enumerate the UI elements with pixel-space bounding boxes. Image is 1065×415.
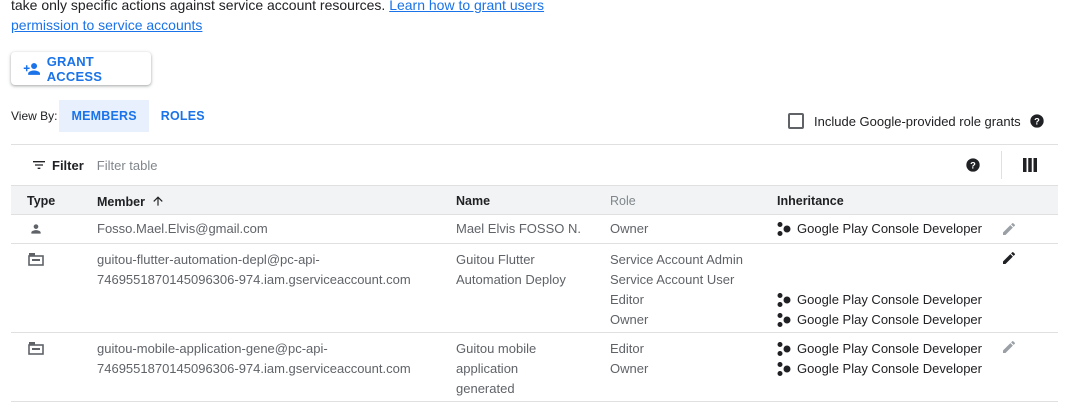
header-inheritance[interactable]: Inheritance (777, 194, 844, 208)
filter-divider (1001, 151, 1002, 179)
service-account-icon (28, 342, 44, 355)
tab-members[interactable]: MEMBERS (59, 100, 149, 132)
edit-icon[interactable] (1001, 221, 1017, 237)
intro-text: take only specific actions against servi… (11, 0, 571, 35)
grant-access-label: GRANT ACCESS (46, 53, 103, 84)
role-item: Editor (610, 292, 644, 307)
role-item: Editor (610, 341, 644, 356)
role-list: Owner (610, 219, 648, 239)
column-display-icon[interactable] (1023, 158, 1037, 172)
inheritance-item[interactable]: Google Play Console Developer (777, 339, 982, 359)
header-role: Role (610, 194, 636, 208)
svg-text:?: ? (1034, 116, 1040, 126)
role-item: Owner (610, 312, 649, 327)
inheritance-label: Google Play Console Developer (797, 292, 982, 307)
table-row: Fosso.Mael.Elvis@gmail.com Mael Elvis FO… (11, 215, 1058, 244)
header-member-label: Member (97, 195, 145, 209)
inheritance-label: Google Play Console Developer (797, 312, 982, 327)
member-email: Fosso.Mael.Elvis@gmail.com (97, 221, 268, 236)
person-add-icon (23, 62, 40, 75)
edit-icon[interactable] (1001, 339, 1017, 355)
grant-access-button[interactable]: GRANT ACCESS (11, 52, 151, 85)
inheritance-item[interactable]: Google Play Console Developer (777, 219, 982, 239)
edit-icon[interactable] (1001, 250, 1017, 266)
table-header: Type Member Name Role Inheritance (11, 185, 1058, 215)
role-item: Service Account User (610, 272, 735, 287)
table-row: guitou-mobile-application-gene@pc-api-74… (11, 333, 1058, 402)
header-name[interactable]: Name (456, 194, 490, 208)
inheritance-item-empty (777, 250, 982, 270)
person-icon (31, 224, 41, 234)
view-by-label: View By: (11, 109, 58, 123)
inheritance-item[interactable]: Google Play Console Developer (777, 290, 982, 310)
inheritance-label: Google Play Console Developer (797, 361, 982, 376)
member-name: Mael Elvis FOSSO N. (456, 221, 581, 236)
member-email: guitou-flutter-automation-depl@pc-api-74… (97, 252, 411, 287)
role-list: Editor Owner (610, 339, 648, 379)
role-list: Service Account Admin Service Account Us… (610, 250, 743, 330)
inheritance-item-empty (777, 270, 982, 290)
header-member[interactable]: Member (97, 194, 165, 209)
inheritance-list: Google Play Console Developer (777, 219, 982, 239)
include-google-checkbox[interactable] (788, 113, 804, 129)
inheritance-list: Google Play Console Developer Google Pla… (777, 250, 982, 330)
service-account-icon (28, 253, 44, 266)
inheritance-item[interactable]: Google Play Console Developer (777, 310, 982, 330)
svg-text:?: ? (970, 160, 976, 170)
resource-hierarchy-icon (777, 313, 791, 327)
resource-hierarchy-icon (777, 293, 791, 307)
table-row: guitou-flutter-automation-depl@pc-api-74… (11, 244, 1058, 333)
resource-hierarchy-icon (777, 222, 791, 236)
sort-ascending-icon (153, 196, 163, 206)
member-name: Guitou Flutter Automation Deploy (456, 252, 566, 287)
filter-input[interactable]: Filter table (97, 158, 158, 173)
header-type[interactable]: Type (27, 194, 55, 208)
tab-roles[interactable]: ROLES (149, 100, 217, 132)
role-item: Owner (610, 221, 649, 236)
resource-hierarchy-icon (777, 342, 791, 356)
resource-hierarchy-icon (777, 362, 791, 376)
inheritance-item[interactable]: Google Play Console Developer (777, 359, 982, 379)
intro-description: take only specific actions against servi… (11, 0, 390, 13)
table-help-icon[interactable]: ? (965, 157, 981, 173)
filter-bar: Filter Filter table ? (11, 144, 1058, 185)
filter-icon[interactable] (31, 157, 47, 173)
include-google-label: Include Google-provided role grants (814, 113, 1021, 129)
member-email: guitou-mobile-application-gene@pc-api-74… (97, 341, 411, 376)
permissions-table: Type Member Name Role Inheritance Fosso.… (11, 185, 1058, 402)
filter-label[interactable]: Filter (52, 158, 84, 173)
include-google-grants[interactable]: Include Google-provided role grants (788, 113, 1021, 129)
help-icon[interactable]: ? (1029, 113, 1045, 129)
inheritance-list: Google Play Console Developer Google Pla… (777, 339, 982, 379)
inheritance-label: Google Play Console Developer (797, 341, 982, 356)
member-name: Guitou mobile application generated (456, 341, 537, 396)
view-by-toggle: View By: MEMBERS ROLES (11, 100, 217, 132)
inheritance-label: Google Play Console Developer (797, 221, 982, 236)
role-item: Owner (610, 361, 649, 376)
role-item: Service Account Admin (610, 252, 743, 267)
